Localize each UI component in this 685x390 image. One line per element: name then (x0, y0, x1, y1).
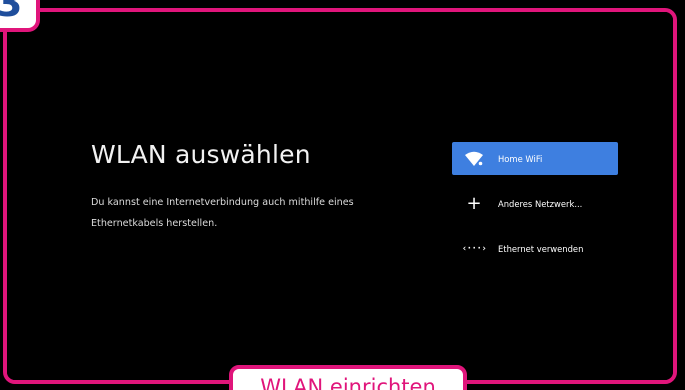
network-item-label: Home WiFi (498, 153, 543, 164)
screenshot-frame: WLAN auswählen Du kannst eine Internetve… (3, 8, 677, 384)
step-number: 3 (0, 0, 23, 25)
page-description: Du kannst eine Internetverbindung auch m… (91, 197, 354, 229)
network-list: Home WiFi + Anderes Netzwerk... ‹···› Et… (452, 142, 618, 277)
network-item-other-network[interactable]: + Anderes Netzwerk... (452, 187, 618, 220)
ethernet-icon: ‹···› (461, 243, 487, 254)
network-item-home-wifi[interactable]: Home WiFi (452, 142, 618, 175)
network-item-ethernet[interactable]: ‹···› Ethernet verwenden (452, 232, 618, 265)
network-item-label: Anderes Netzwerk... (498, 198, 583, 209)
wifi-icon (460, 151, 488, 167)
plus-icon: + (466, 192, 482, 214)
tv-screen: WLAN auswählen Du kannst eine Internetve… (7, 12, 673, 380)
caption-text: WLAN einrichten (260, 375, 436, 390)
caption-label: WLAN einrichten (229, 365, 467, 390)
network-item-label: Ethernet verwenden (498, 243, 584, 254)
step-badge: 3 (0, 0, 40, 32)
page-title: WLAN auswählen (91, 140, 311, 169)
